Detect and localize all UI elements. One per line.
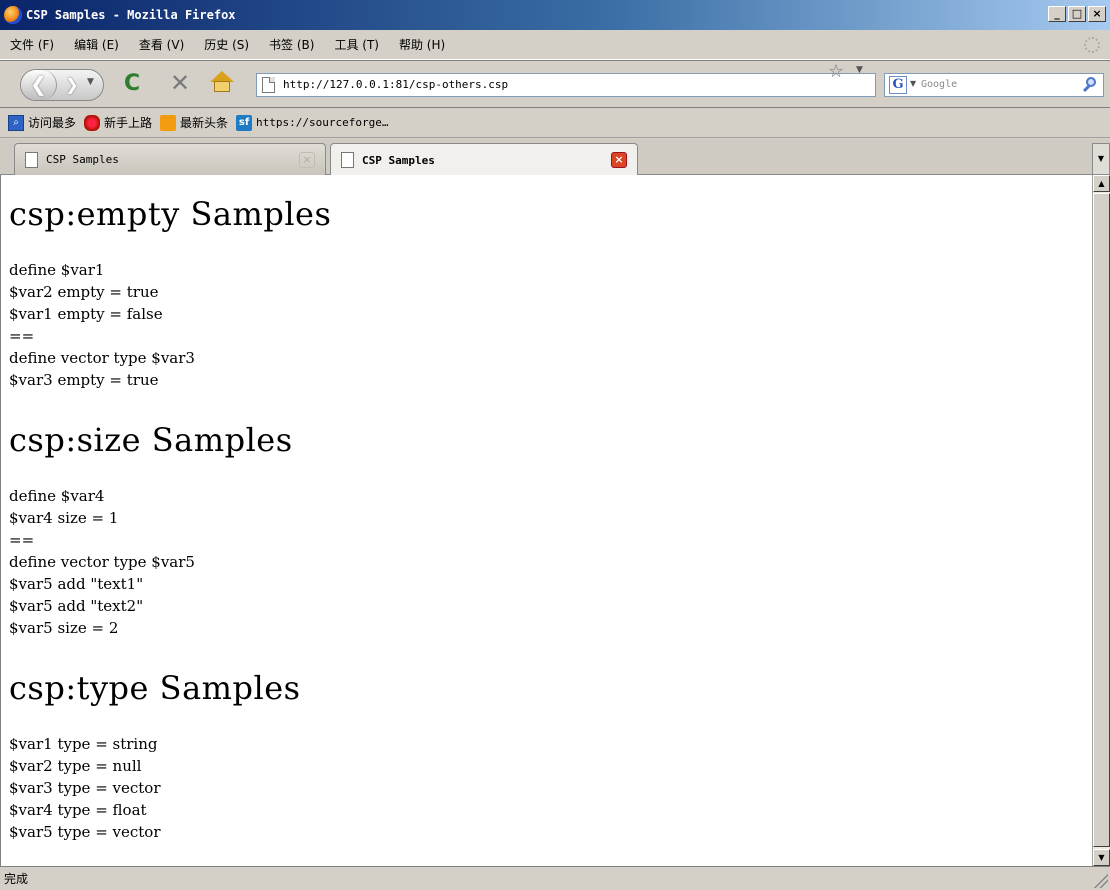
vertical-scrollbar[interactable]: ▲ ▼ bbox=[1092, 175, 1110, 866]
menu-view[interactable]: 查看 (V) bbox=[129, 36, 194, 53]
empty-samples-section: csp:empty Samples define $var1 $var2 emp… bbox=[9, 195, 1092, 391]
history-dropdown-icon[interactable]: ▼ bbox=[87, 77, 94, 87]
sample-line: == bbox=[9, 531, 35, 549]
menu-edit[interactable]: 编辑 (E) bbox=[64, 36, 129, 53]
menu-tools[interactable]: 工具 (T) bbox=[324, 36, 389, 53]
home-icon[interactable] bbox=[210, 71, 234, 93]
bookmark-star-icon[interactable]: ☆ bbox=[828, 61, 844, 82]
url-bar[interactable]: http://127.0.0.1:81/csp-others.csp bbox=[256, 73, 876, 97]
throbber-icon bbox=[1084, 37, 1100, 53]
type-samples-section: csp:type Samples $var1 type = string $va… bbox=[9, 669, 1092, 843]
sample-line: define $var4 bbox=[9, 487, 105, 505]
scroll-thumb[interactable] bbox=[1093, 193, 1110, 847]
page-content: csp:empty Samples define $var1 $var2 emp… bbox=[0, 175, 1092, 866]
sample-line: $var2 type = null bbox=[9, 757, 142, 775]
menu-file[interactable]: 文件 (F) bbox=[0, 36, 64, 53]
section-heading: csp:size Samples bbox=[9, 421, 293, 459]
sample-line: $var1 empty = false bbox=[9, 305, 163, 323]
scroll-down-button[interactable]: ▼ bbox=[1093, 849, 1110, 866]
tab-close-icon[interactable]: × bbox=[299, 152, 315, 168]
status-bar: 完成 bbox=[0, 866, 1110, 890]
bookmark-most-visited[interactable]: ⌕ 访问最多 bbox=[0, 114, 76, 131]
sample-line: $var5 add "text2" bbox=[9, 597, 144, 615]
url-text[interactable]: http://127.0.0.1:81/csp-others.csp bbox=[283, 78, 508, 91]
page-icon bbox=[25, 151, 38, 168]
page-icon bbox=[262, 77, 275, 93]
google-engine-icon[interactable]: G bbox=[889, 76, 907, 94]
bookmark-latest-headlines[interactable]: 最新头条 bbox=[152, 114, 228, 131]
tab-title: CSP Samples bbox=[46, 153, 119, 166]
firefox-logo-icon bbox=[4, 6, 22, 24]
section-heading: csp:type Samples bbox=[9, 669, 301, 707]
menu-bookmarks[interactable]: 书签 (B) bbox=[259, 36, 324, 53]
close-window-button[interactable]: × bbox=[1088, 6, 1106, 22]
sample-line: define vector type $var3 bbox=[9, 349, 195, 367]
sample-line: $var3 type = vector bbox=[9, 779, 161, 797]
status-text: 完成 bbox=[4, 872, 29, 886]
bookmark-label: 最新头条 bbox=[180, 116, 229, 130]
menu-history[interactable]: 历史 (S) bbox=[194, 36, 259, 53]
back-forward-group: ❮ ❯ ▼ bbox=[20, 69, 104, 101]
section-heading: csp:empty Samples bbox=[9, 195, 332, 233]
tab-title: CSP Samples bbox=[362, 153, 435, 167]
window-title: CSP Samples - Mozilla Firefox bbox=[26, 8, 236, 22]
rss-icon bbox=[160, 114, 177, 131]
tab-close-icon[interactable]: × bbox=[611, 152, 627, 168]
forward-button[interactable]: ❯ bbox=[59, 75, 85, 95]
tab-inactive[interactable]: CSP Samples × bbox=[14, 143, 326, 175]
sample-line: define $var1 bbox=[9, 261, 105, 279]
sample-line: $var2 empty = true bbox=[9, 283, 159, 301]
sample-line: $var1 type = string bbox=[9, 735, 158, 753]
engine-dropdown-icon[interactable]: ▼ bbox=[910, 79, 916, 88]
sample-line: $var5 size = 2 bbox=[9, 619, 119, 637]
page-icon bbox=[341, 152, 354, 168]
sample-line: $var5 type = vector bbox=[9, 823, 161, 841]
sample-line: $var3 empty = true bbox=[9, 371, 159, 389]
minimize-button[interactable]: _ bbox=[1048, 6, 1066, 22]
tab-active[interactable]: CSP Samples × bbox=[330, 143, 638, 176]
back-button[interactable]: ❮ bbox=[21, 70, 57, 100]
most-visited-icon: ⌕ bbox=[8, 114, 24, 131]
bookmark-label: 访问最多 bbox=[28, 116, 77, 130]
window-titlebar: CSP Samples - Mozilla Firefox _ □ × bbox=[0, 0, 1110, 30]
sample-line: $var5 add "text1" bbox=[9, 575, 144, 593]
navigation-toolbar: ❮ ❯ ▼ C ✕ http://127.0.0.1:81/csp-others… bbox=[0, 60, 1110, 108]
tab-strip: CSP Samples × CSP Samples × ▼ bbox=[0, 139, 1110, 176]
scroll-up-button[interactable]: ▲ bbox=[1093, 175, 1110, 192]
sourceforge-icon: sf bbox=[236, 114, 253, 131]
menu-help[interactable]: 帮助 (H) bbox=[389, 36, 455, 53]
tab-list-dropdown-icon[interactable]: ▼ bbox=[1092, 143, 1110, 175]
bookmark-sourceforge[interactable]: sf https://sourceforge… bbox=[228, 114, 389, 131]
sample-line: $var4 size = 1 bbox=[9, 509, 119, 527]
getting-started-icon bbox=[84, 114, 101, 131]
bookmark-label: https://sourceforge… bbox=[256, 116, 389, 129]
sample-line: define vector type $var5 bbox=[9, 553, 195, 571]
sample-line: $var4 type = float bbox=[9, 801, 147, 819]
url-dropdown-icon[interactable]: ▼ bbox=[856, 65, 863, 75]
sample-line: == bbox=[9, 327, 35, 345]
window-controls: _ □ × bbox=[1048, 6, 1106, 22]
search-input[interactable]: Google bbox=[921, 79, 957, 90]
search-icon[interactable] bbox=[1081, 76, 1099, 94]
bookmark-getting-started[interactable]: 新手上路 bbox=[76, 114, 152, 131]
maximize-button[interactable]: □ bbox=[1068, 6, 1086, 22]
size-samples-section: csp:size Samples define $var4 $var4 size… bbox=[9, 421, 1092, 639]
menu-bar: 文件 (F) 编辑 (E) 查看 (V) 历史 (S) 书签 (B) 工具 (T… bbox=[0, 30, 1110, 60]
bookmark-label: 新手上路 bbox=[104, 116, 153, 130]
bookmarks-toolbar: ⌕ 访问最多 新手上路 最新头条 sf https://sourceforge… bbox=[0, 108, 1110, 138]
reload-icon[interactable]: C bbox=[124, 73, 140, 95]
stop-icon[interactable]: ✕ bbox=[170, 71, 190, 95]
search-bar[interactable]: G ▼ Google bbox=[884, 73, 1104, 97]
resize-grip-icon[interactable] bbox=[1092, 872, 1108, 888]
